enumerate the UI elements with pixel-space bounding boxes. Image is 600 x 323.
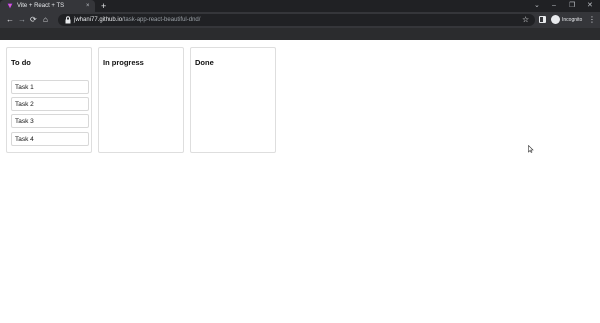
task-card[interactable]: Task 2 (11, 97, 89, 111)
task-label: Task 1 (15, 84, 34, 91)
column-in-progress: In progress (98, 47, 184, 153)
incognito-label[interactable]: Incognito (562, 14, 582, 26)
side-panel-icon[interactable] (539, 16, 546, 23)
column-to-do: To do Task 1 Task 2 Task 3 Task 4 (6, 47, 92, 153)
maximize-button[interactable]: ❐ (569, 1, 575, 11)
task-label: Task 4 (15, 136, 34, 143)
vite-favicon-icon (7, 3, 13, 9)
tab-close-icon[interactable]: × (86, 1, 90, 11)
task-card[interactable]: Task 4 (11, 132, 89, 146)
tab-title: Vite + React + TS (17, 3, 65, 9)
home-button[interactable]: ⌂ (43, 14, 48, 26)
toolbar-bottom-strip (0, 28, 600, 40)
browser-toolbar: ← → ⟳ ⌂ jwhani77.github.io/task-app-reac… (0, 12, 600, 28)
browser-menu-icon[interactable]: ⋮ (588, 14, 596, 26)
column-title: To do (11, 58, 31, 67)
task-card[interactable]: Task 1 (11, 80, 89, 94)
incognito-icon[interactable] (551, 15, 560, 24)
forward-button[interactable]: → (18, 14, 26, 26)
mouse-cursor-icon (528, 145, 534, 153)
task-label: Task 2 (15, 101, 34, 108)
back-button[interactable]: ← (6, 14, 14, 26)
url-host: jwhani77.github.io (74, 17, 123, 23)
url-path: /task-app-react-beautiful-dnd/ (122, 17, 201, 23)
browser-tab-strip: Vite + React + TS × + ⌄ – ❐ ✕ (0, 0, 600, 12)
new-tab-button[interactable]: + (101, 0, 106, 12)
lock-icon (65, 16, 71, 24)
minimize-button[interactable]: – (552, 1, 556, 11)
column-done: Done (190, 47, 276, 153)
bookmark-star-icon[interactable]: ☆ (522, 14, 529, 26)
kanban-board: To do Task 1 Task 2 Task 3 Task 4 In pro… (0, 40, 600, 323)
task-label: Task 3 (15, 118, 34, 125)
address-bar[interactable]: jwhani77.github.io/task-app-react-beauti… (58, 14, 535, 26)
reload-button[interactable]: ⟳ (30, 14, 37, 26)
browser-tab[interactable]: Vite + React + TS × (0, 0, 95, 12)
url-text[interactable]: jwhani77.github.io/task-app-react-beauti… (74, 14, 200, 26)
tab-search-icon[interactable]: ⌄ (534, 1, 540, 11)
column-title: In progress (103, 58, 144, 67)
task-card[interactable]: Task 3 (11, 114, 89, 128)
close-window-button[interactable]: ✕ (587, 1, 593, 11)
column-title: Done (195, 58, 214, 67)
